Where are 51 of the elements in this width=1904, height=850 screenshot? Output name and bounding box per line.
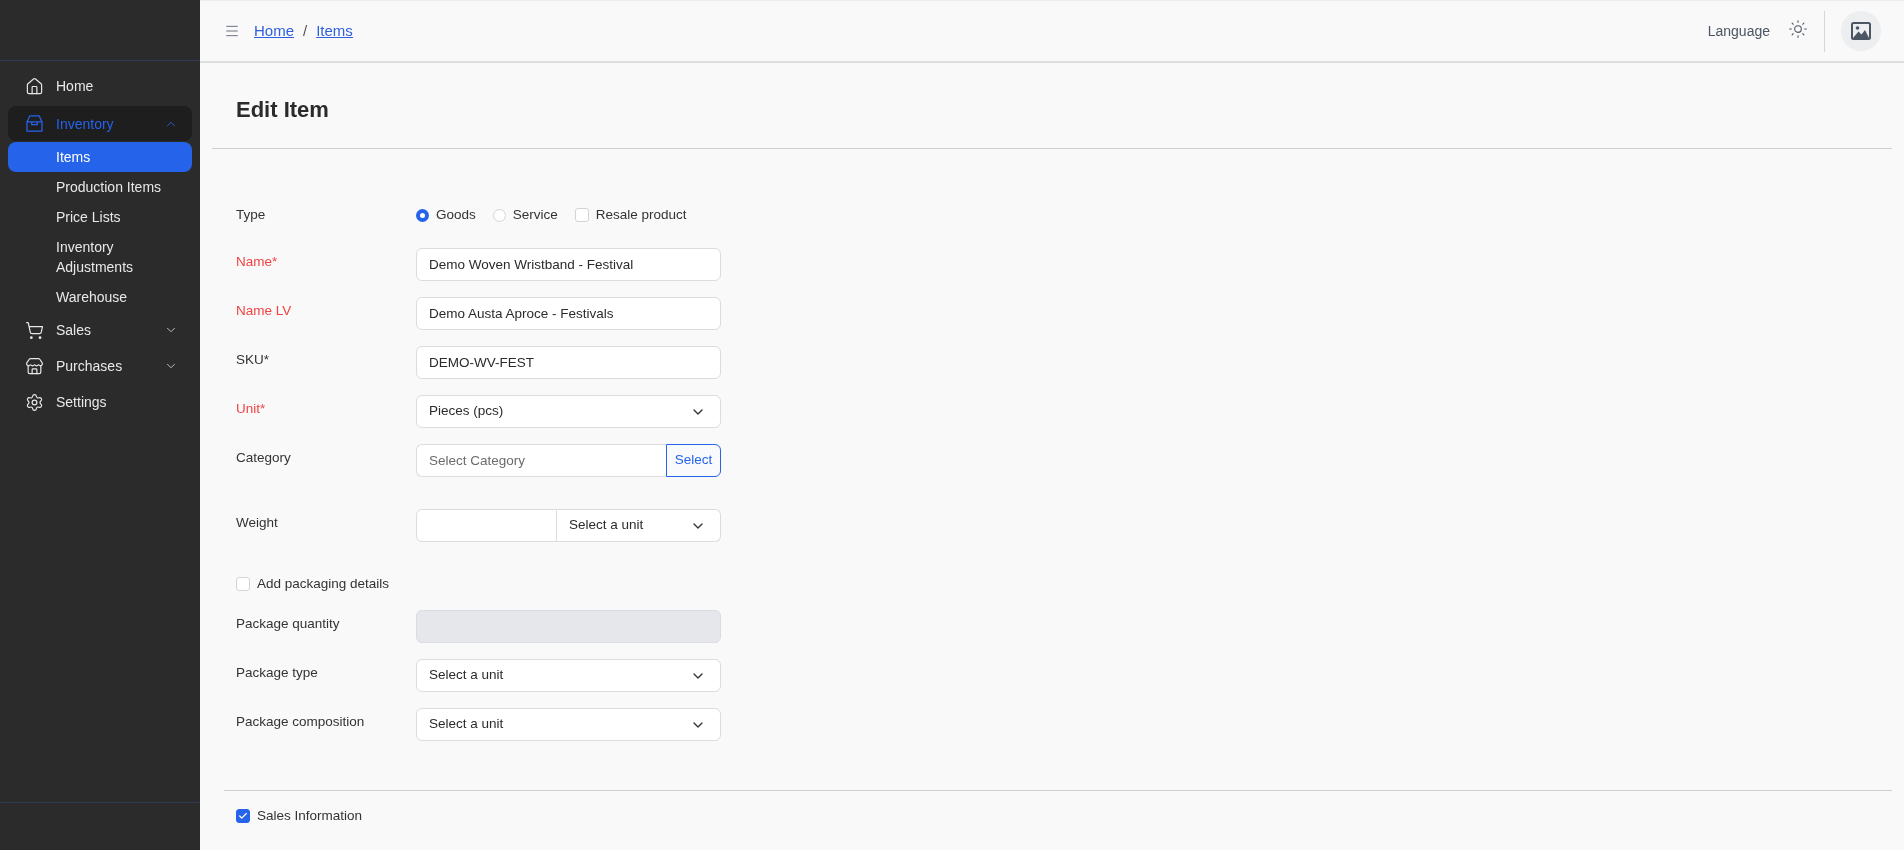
unit-select[interactable]: Select a unit <box>557 509 721 542</box>
field-label: Type <box>236 207 266 223</box>
text-input[interactable]: DEMO-WV-FEST <box>416 346 721 379</box>
field-label: Name LV <box>236 303 292 318</box>
menu-icon[interactable] <box>224 23 240 39</box>
field-label: Package composition <box>236 714 365 729</box>
sidebar-subitem[interactable]: Price Lists <box>8 202 192 232</box>
language-button[interactable]: Language <box>1707 20 1770 42</box>
text-input[interactable]: Demo Austa Aproce - Festivals <box>416 297 721 330</box>
cart-icon <box>25 320 44 340</box>
field-label: Weight <box>236 515 278 530</box>
box-icon <box>25 114 44 133</box>
option-label: Service <box>512 205 558 224</box>
breadcrumb-link[interactable]: Home <box>254 19 294 43</box>
text-input[interactable]: Demo Woven Wristband - Festival <box>416 248 721 281</box>
option-label: Resale product <box>595 205 687 224</box>
option-label: Goods <box>436 205 476 224</box>
field-label: Category <box>236 450 291 465</box>
sidebar-subitem[interactable]: Items <box>8 142 192 172</box>
weight-input[interactable] <box>416 509 557 542</box>
select-field[interactable]: Select a unit <box>416 659 721 692</box>
sidebar-group[interactable]: Purchases <box>8 348 192 384</box>
select-button[interactable]: Select <box>666 444 721 477</box>
breadcrumb-link[interactable]: Items <box>316 19 353 43</box>
sidebar-subitem[interactable]: Inventory Adjustments <box>8 232 192 282</box>
checkbox[interactable] <box>236 809 250 823</box>
field-label: SKU* <box>236 352 269 367</box>
sidebar-item[interactable]: Home <box>8 68 192 104</box>
avatar-button[interactable] <box>1841 11 1881 51</box>
check-icon <box>238 811 248 821</box>
field-label: Package type <box>236 665 318 680</box>
field-label: Name* <box>236 254 278 269</box>
radio-button[interactable] <box>416 208 429 222</box>
store-icon <box>25 356 44 376</box>
settings-icon <box>25 392 44 412</box>
breadcrumb-separator: / <box>303 20 308 41</box>
home-icon <box>25 76 44 96</box>
sidebar-subitem[interactable]: Production Items <box>8 172 192 202</box>
select-field[interactable]: Pieces (pcs) <box>416 395 721 428</box>
sidebar-subitem[interactable]: Warehouse <box>8 282 192 312</box>
sidebar-item[interactable]: Settings <box>8 384 192 420</box>
select-field[interactable]: Select a unit <box>416 708 721 741</box>
field-label: Unit* <box>236 401 266 416</box>
sidebar-group[interactable]: Sales <box>8 312 192 348</box>
page-title: Edit Item <box>236 96 329 124</box>
section-label: Sales Information <box>257 806 363 825</box>
checkbox-label: Add packaging details <box>257 574 390 593</box>
field-label: Package quantity <box>236 616 340 631</box>
sun-icon[interactable] <box>1788 19 1808 39</box>
image-icon <box>1851 22 1871 40</box>
category-input[interactable]: Select Category <box>416 444 666 477</box>
